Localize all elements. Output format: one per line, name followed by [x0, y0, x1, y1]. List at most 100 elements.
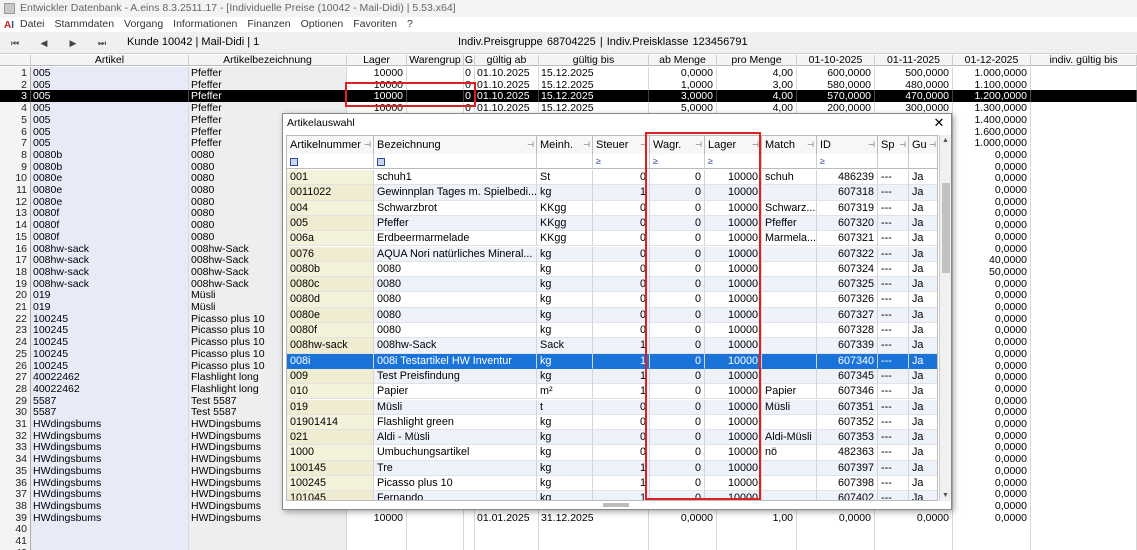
- filter-cell[interactable]: ≥: [817, 154, 878, 169]
- grid-cell: 50,0000: [953, 265, 1031, 278]
- customer-label: Kunde 10042 | Mail-Didi | 1: [127, 36, 260, 48]
- grid-column-header[interactable]: [0, 55, 31, 66]
- filter-cell[interactable]: [909, 154, 937, 169]
- last-record-button[interactable]: ⏭: [91, 35, 113, 51]
- dialog-table-row[interactable]: 008hw-sack 008hw-Sack Sack 1 0 10000 607339 ---…: [287, 338, 937, 354]
- dialog-column-header[interactable]: Bezeichnung ⊣: [374, 136, 537, 154]
- pin-icon[interactable]: ⊣: [929, 136, 936, 154]
- dialog-table-row[interactable]: 0080b 0080 kg 0 0 10000 607324 --- Ja: [287, 261, 937, 278]
- dialog-column-header[interactable]: ID ⊣: [817, 136, 878, 154]
- table-row[interactable]: 41: [0, 535, 1137, 547]
- grid-column-header[interactable]: pro Menge: [717, 55, 797, 66]
- grid-column-header[interactable]: gültig ab: [475, 55, 539, 66]
- menu-item[interactable]: Finanzen: [247, 18, 290, 30]
- menu-item[interactable]: Optionen: [301, 18, 344, 30]
- dialog-column-header[interactable]: Sp ⊣: [878, 136, 909, 154]
- next-record-button[interactable]: ▶: [62, 35, 84, 51]
- dialog-table-row[interactable]: 005 Pfeffer KKgg 0 0 10000 Pfeffer 607320 --- Ja: [287, 215, 937, 232]
- grid-column-header[interactable]: 01-11-2025: [875, 55, 953, 66]
- grid-column-header[interactable]: 01-12-2025: [953, 55, 1031, 66]
- pin-icon[interactable]: ⊣: [868, 136, 875, 154]
- dialog-cell: t: [537, 399, 593, 415]
- dialog-table-row[interactable]: 019 Müsli t 0 0 10000 Müsli 607351 --- Ja: [287, 399, 937, 415]
- filter-cell[interactable]: [374, 154, 537, 169]
- scroll-up-icon[interactable]: ▲: [942, 137, 949, 144]
- menu-item[interactable]: Vorgang: [124, 18, 163, 30]
- dialog-table-row[interactable]: 01901414 Flashlight green kg 0 0 10000 607352-…: [287, 414, 937, 431]
- close-icon[interactable]: ✕: [931, 114, 947, 132]
- dialog-table-row[interactable]: 101045 Fernando kg 1 0 10000 607402 --- Ja: [287, 491, 937, 500]
- grid-column-header[interactable]: ab Menge: [649, 55, 717, 66]
- scrollbar-thumb[interactable]: [942, 183, 950, 273]
- dialog-cell: Ja: [909, 215, 937, 232]
- dialog-table-row[interactable]: 008i 008i Testartikel HW Inventur kg 1 0 1000…: [287, 353, 937, 369]
- filter-cell[interactable]: [762, 154, 817, 169]
- grid-column-header[interactable]: 01-10-2025: [797, 55, 875, 66]
- filter-icon[interactable]: [377, 157, 385, 166]
- dialog-table-row[interactable]: 001 schuh1 St 0 0 10000 schuh 486239 --- Ja: [287, 170, 937, 186]
- dialog-table-row[interactable]: 100245 Picasso plus 10 kg 1 0 10000 607398 --- J…: [287, 476, 937, 492]
- grid-cell: HWdingsbums: [31, 441, 189, 454]
- grid-cell: [1031, 476, 1137, 489]
- grid-cell: 100245: [31, 336, 189, 349]
- vertical-scrollbar[interactable]: ▲ ▼: [939, 135, 951, 501]
- dialog-column-header[interactable]: Artikelnummer ⊣: [287, 136, 374, 154]
- dialog-cell: ---: [878, 384, 909, 400]
- grid-cell: 0080f: [31, 230, 189, 243]
- dialog-table-row[interactable]: 0076 AQUA Nori natürliches Mineral... kg 0 0…: [287, 246, 937, 262]
- resize-grip[interactable]: [603, 503, 629, 507]
- menu-item[interactable]: ?: [407, 18, 413, 30]
- dialog-table-row[interactable]: 0080d 0080 kg 0 0 10000 607326 --- Ja: [287, 292, 937, 308]
- grid-cell: 0,0000: [953, 359, 1031, 372]
- dialog-column-header[interactable]: Match ⊣: [762, 136, 817, 154]
- dialog-table-row[interactable]: 1000 Umbuchungsartikel kg 0 0 10000 nö 482363 --…: [287, 445, 937, 461]
- dialog-table-row[interactable]: 004 Schwarzbrot KKgg 0 0 10000 Schwarz... 60731…: [287, 200, 937, 216]
- grid-column-header[interactable]: Lager: [347, 55, 407, 66]
- dialog-column-header[interactable]: Steuer ⊣: [593, 136, 650, 154]
- dialog-column-header[interactable]: Meinh. ⊣: [537, 136, 593, 154]
- dialog-table-row[interactable]: 100145 Tre kg 1 0 10000 607397 --- Ja: [287, 460, 937, 476]
- menu-item[interactable]: Informationen: [173, 18, 237, 30]
- filter-cell[interactable]: [287, 154, 374, 169]
- table-row[interactable]: 3 005 Pfeffer 10000 0 01.10.2025 15.12.2025 3,0…: [0, 90, 1137, 103]
- grid-column-header[interactable]: Warengrup: [407, 55, 464, 66]
- pin-icon[interactable]: ⊣: [899, 136, 906, 154]
- filter-cell[interactable]: [537, 154, 593, 169]
- menu-item[interactable]: Stammdaten: [55, 18, 115, 30]
- dialog-table-row[interactable]: 0080c 0080 kg 0 0 10000 607325 --- Ja: [287, 277, 937, 293]
- dialog-table-row[interactable]: 010 Papier m² 1 0 10000 Papier 607346 --- Ja: [287, 384, 937, 400]
- grid-column-header[interactable]: G: [464, 55, 475, 66]
- pin-icon[interactable]: ⊣: [583, 136, 590, 154]
- dialog-table-row[interactable]: 021 Aldi - Müsli kg 0 0 10000 Aldi-Müsli 607353…: [287, 430, 937, 446]
- pin-icon[interactable]: ⊣: [807, 136, 814, 154]
- dialog-cell: 101045: [287, 491, 374, 500]
- menu-item[interactable]: Datei: [20, 18, 45, 30]
- scroll-down-icon[interactable]: ▼: [942, 492, 949, 499]
- first-record-button[interactable]: ⏮: [4, 35, 26, 51]
- previous-record-button[interactable]: ◀: [33, 35, 55, 51]
- filter-icon[interactable]: [290, 157, 298, 166]
- grid-column-header[interactable]: Artikel: [31, 55, 189, 66]
- dialog-table-row[interactable]: 006a Erdbeermarmelade KKgg 0 0 10000 Marmela..…: [287, 231, 937, 247]
- table-row[interactable]: 39 HWdingsbums HWDingsbums 10000 01.01.2025 3…: [0, 511, 1137, 524]
- grid-column-header[interactable]: indiv. gültig bis: [1031, 55, 1137, 66]
- dialog-cell: [762, 353, 817, 369]
- pin-icon[interactable]: ⊣: [364, 136, 371, 154]
- dialog-column-header[interactable]: Gu ⊣: [909, 136, 937, 154]
- table-row[interactable]: 40: [0, 523, 1137, 536]
- dialog-table-row[interactable]: 0011022 Gewinnplan Tages m. Spielbedi... k…: [287, 185, 937, 201]
- dialog-cell: 607327: [817, 307, 878, 323]
- menu-item[interactable]: Favoriten: [353, 18, 397, 30]
- filter-cell[interactable]: [878, 154, 909, 169]
- table-row[interactable]: 2 005 Pfeffer 10000 0 01.10.2025 15.12.2025 1,0…: [0, 78, 1137, 91]
- dialog-table-row[interactable]: 009 Test Preisfindung kg 1 0 10000 607345 --- Ja: [287, 368, 937, 385]
- pin-icon[interactable]: ⊣: [527, 136, 534, 154]
- dialog-table-row[interactable]: 0080e 0080 kg 0 0 10000 607327 --- Ja: [287, 307, 937, 323]
- dialog-column-label: Bezeichnung: [377, 139, 441, 151]
- filter-cell[interactable]: ≥: [593, 154, 650, 169]
- dialog-table-row[interactable]: 0080f 0080 kg 0 0 10000 607328 --- Ja: [287, 323, 937, 339]
- grid-column-header[interactable]: Artikelbezeichnung: [189, 55, 347, 66]
- grid-column-header[interactable]: gültig bis: [539, 55, 649, 66]
- dialog-cell: [762, 277, 817, 293]
- table-row[interactable]: 1 005 Pfeffer 10000 0 01.10.2025 15.12.2025 0,0…: [0, 67, 1137, 79]
